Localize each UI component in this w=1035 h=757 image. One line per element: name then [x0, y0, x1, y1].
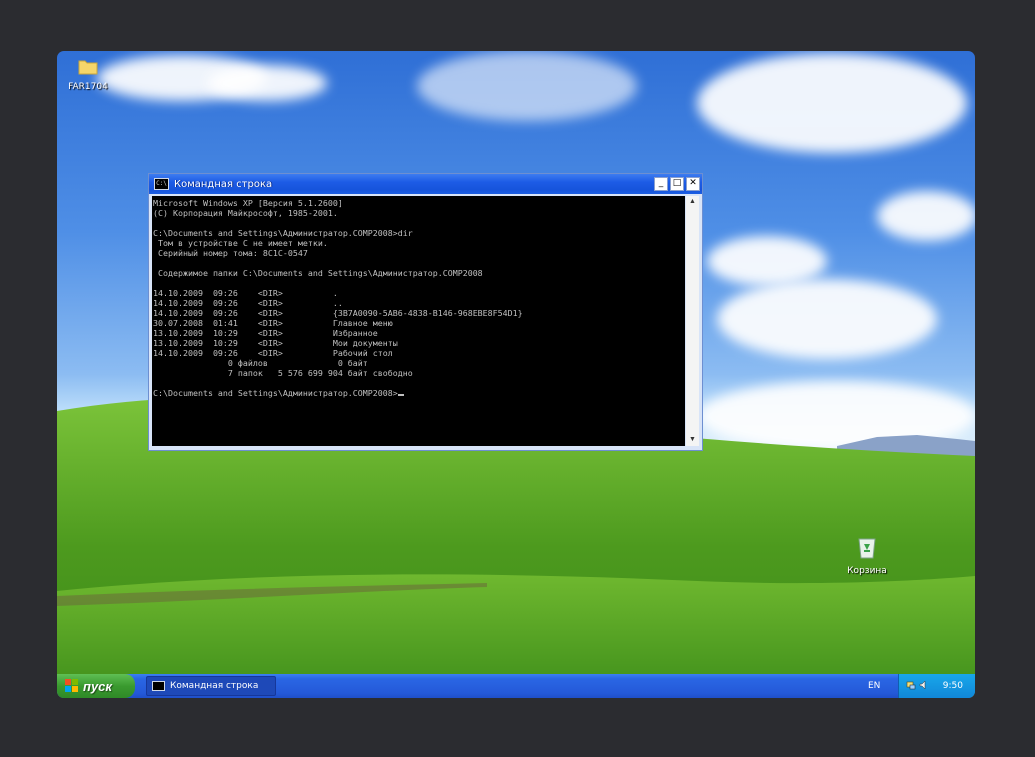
taskbar-button-label: Командная строка [170, 681, 259, 691]
cmd-window[interactable]: C:\ Командная строка _ □ ✕ Microsoft Win… [148, 173, 703, 451]
desktop-icon-far[interactable]: FAR1704 [57, 57, 123, 92]
console-line: 30.07.2008 01:41 <DIR> Главное меню [153, 318, 393, 328]
console-output[interactable]: Microsoft Windows XP [Версия 5.1.2600] (… [152, 196, 685, 446]
minimize-button[interactable]: _ [654, 177, 668, 191]
taskbar-button-cmd[interactable]: Командная строка [146, 676, 276, 696]
recycle-bin-icon [858, 538, 876, 559]
folder-icon [78, 60, 98, 75]
scroll-up-arrow-icon[interactable]: ▲ [686, 196, 699, 208]
window-titlebar[interactable]: C:\ Командная строка _ □ ✕ [149, 174, 702, 194]
console-line: Том в устройстве C не имеет метки. [157, 238, 328, 248]
taskbar: пуск Командная строка EN 9:50 [57, 674, 975, 698]
start-button[interactable]: пуск [57, 674, 135, 698]
desktop-icon-label: Корзина [847, 566, 887, 576]
volume-icon[interactable] [919, 680, 929, 690]
console-line: 14.10.2009 09:26 <DIR> Рабочий стол [153, 348, 393, 358]
clock[interactable]: 9:50 [943, 681, 963, 691]
vertical-scrollbar[interactable]: ▲ ▼ [686, 196, 699, 446]
console-line: Серийный номер тома: 8C1C-0547 [157, 248, 308, 258]
console-icon [152, 681, 165, 691]
desktop-icon-label: FAR1704 [68, 82, 108, 92]
console-line: C:\Documents and Settings\Администратор.… [153, 228, 413, 238]
console-line: 14.10.2009 09:26 <DIR> . [153, 288, 338, 298]
console-line: 14.10.2009 09:26 <DIR> {3B7A0090-5AB6-48… [153, 308, 523, 318]
console-lines: Microsoft Windows XP [Версия 5.1.2600] (… [153, 198, 523, 378]
console-icon: C:\ [154, 178, 169, 190]
system-tray: 9:50 [898, 674, 975, 698]
start-label: пуск [83, 678, 112, 694]
console-line: 7 папок 5 576 699 904 байт свободно [227, 368, 413, 378]
language-indicator[interactable]: EN [868, 681, 880, 691]
desktop: FAR1704 Корзина C:\ Командная строка _ □… [57, 51, 975, 698]
console-line: 14.10.2009 09:26 <DIR> .. [153, 298, 343, 308]
console-line: Содержимое папки C:\Documents and Settin… [157, 268, 483, 278]
network-icon[interactable] [906, 680, 916, 690]
scroll-down-arrow-icon[interactable]: ▼ [686, 434, 699, 446]
close-button[interactable]: ✕ [686, 177, 700, 191]
window-title: Командная строка [174, 178, 273, 190]
text-cursor [397, 394, 404, 396]
desktop-icon-recycle-bin[interactable]: Корзина [832, 535, 902, 576]
maximize-button[interactable]: □ [670, 177, 684, 191]
console-prompt: C:\Documents and Settings\Администратор.… [153, 388, 398, 398]
console-line: 13.10.2009 10:29 <DIR> Мои документы [153, 338, 398, 348]
windows-logo-icon [65, 679, 79, 693]
console-line: 13.10.2009 10:29 <DIR> Избранное [153, 328, 378, 338]
console-line: 0 файлов 0 байт [227, 358, 368, 368]
console-line: (С) Корпорация Майкрософт, 1985-2001. [153, 208, 338, 218]
console-line: Microsoft Windows XP [Версия 5.1.2600] [153, 198, 343, 208]
